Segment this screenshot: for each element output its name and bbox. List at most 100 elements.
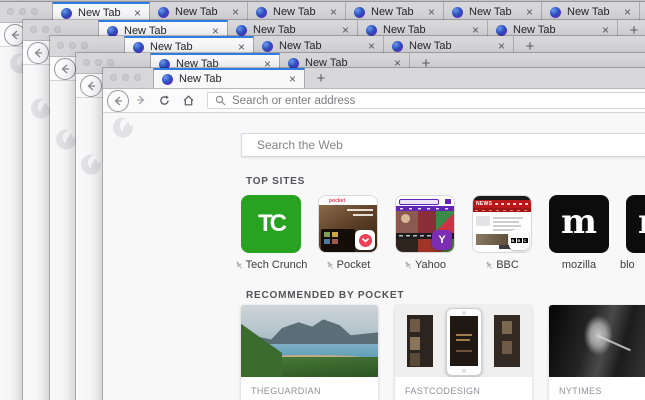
photo-thumbnail xyxy=(396,239,418,252)
top-site-label-text: Tech Crunch xyxy=(245,259,308,271)
tab-new-tab[interactable]: New Tab × xyxy=(542,2,640,22)
text-line xyxy=(347,209,373,211)
top-site-tile-partial[interactable]: m xyxy=(626,195,645,253)
text-line xyxy=(493,217,523,219)
tab-close-icon[interactable]: × xyxy=(624,6,631,18)
firefox-newtab-favicon xyxy=(61,7,72,19)
tab-new-tab[interactable]: New Tab × xyxy=(153,68,305,88)
top-site-label: BBC xyxy=(464,259,541,271)
tab-bar: New Tab × + xyxy=(103,68,645,89)
tab-close-icon[interactable]: × xyxy=(428,6,435,18)
text-line xyxy=(493,221,519,223)
thumbnail-cell xyxy=(332,239,338,244)
tab-close-icon[interactable]: × xyxy=(368,40,375,52)
tab-new-tab[interactable]: New Tab × xyxy=(346,2,444,22)
web-search-input[interactable]: Search the Web xyxy=(241,133,645,157)
firefox-watermark-icon xyxy=(80,153,102,181)
thumbnail-cell xyxy=(324,232,330,237)
firefox-newtab-favicon xyxy=(256,6,267,18)
pin-icon xyxy=(235,261,243,270)
top-sites-header-label: TOP SITES xyxy=(246,176,306,187)
forward-button[interactable] xyxy=(133,90,149,110)
tab-close-icon[interactable]: × xyxy=(330,6,337,18)
tab-new-tab[interactable]: New Tab × xyxy=(52,2,150,22)
pocket-chevron-icon xyxy=(358,233,372,247)
text-line xyxy=(353,214,373,216)
search-icon xyxy=(215,95,226,106)
tab-label: New Tab xyxy=(513,24,556,36)
search-bar-thumbnail xyxy=(399,199,439,205)
pocket-card-image xyxy=(395,305,532,377)
pocket-card[interactable]: FASTCODESIGN xyxy=(395,305,532,400)
yahoo-letter: Y xyxy=(438,234,446,246)
desktop: New Tab × New Tab × New Tab × New Tab × New Tab ×… xyxy=(0,0,645,400)
pocket-card[interactable]: NYTIMES xyxy=(549,305,645,400)
tablet-thumbnail xyxy=(321,229,355,252)
tab-label: New Tab xyxy=(150,41,193,53)
tab-label: New Tab xyxy=(253,24,296,36)
top-site-tile-mozilla[interactable]: m xyxy=(549,195,609,253)
top-site-label-text: blo xyxy=(620,259,635,271)
pin-icon xyxy=(485,261,493,270)
pocket-card[interactable]: THEGUARDIAN xyxy=(241,305,378,400)
photo-thumbnail xyxy=(418,211,436,233)
top-site-tile-techcrunch[interactable]: TC xyxy=(241,195,301,253)
firefox-watermark-icon xyxy=(55,128,77,156)
bbc-news-label: NEWS xyxy=(476,201,493,207)
tab-close-icon[interactable]: × xyxy=(232,6,239,18)
right-art-panel xyxy=(494,315,520,367)
header-button-thumbnail xyxy=(445,199,451,204)
bbc-letter-block: B xyxy=(510,237,516,243)
tab-close-icon[interactable]: × xyxy=(289,73,296,85)
top-site-label: mozilla xyxy=(541,259,618,271)
tab-label: New Tab xyxy=(175,6,218,18)
tab-new-tab[interactable]: New Tab × xyxy=(444,2,542,22)
pocket-card-source: FASTCODESIGN xyxy=(405,386,481,396)
tab-label: New Tab xyxy=(567,6,610,18)
home-button[interactable] xyxy=(180,90,196,110)
firefox-newtab-favicon xyxy=(288,57,299,69)
top-site-tile-bbc[interactable]: NEWS B B C xyxy=(472,195,532,253)
top-site-tile-pocket[interactable]: pocket xyxy=(318,195,378,253)
tab-close-icon[interactable]: × xyxy=(238,41,245,53)
new-tab-button[interactable]: + xyxy=(309,68,333,88)
tab-close-icon[interactable]: × xyxy=(472,24,479,36)
bbc-letter-block: C xyxy=(522,237,528,243)
thumbnail-cell xyxy=(332,232,338,237)
back-button[interactable] xyxy=(54,58,76,80)
top-site-label-text: Yahoo xyxy=(415,259,446,271)
tab-new-tab[interactable]: New Tab × xyxy=(248,2,346,22)
address-bar[interactable]: Search or enter address xyxy=(207,92,645,109)
back-button[interactable] xyxy=(80,75,102,97)
back-button[interactable] xyxy=(107,90,129,112)
tab-close-icon[interactable]: × xyxy=(342,24,349,36)
tab-close-icon[interactable]: × xyxy=(498,40,505,52)
pocket-card-source: THEGUARDIAN xyxy=(251,386,321,396)
top-site-label-text: BBC xyxy=(496,259,519,271)
tab-new-tab[interactable]: New Tab × xyxy=(150,2,248,22)
top-sites-header: TOP SITES xyxy=(239,176,305,187)
firefox-newtab-favicon xyxy=(392,40,403,52)
refresh-button[interactable] xyxy=(156,90,172,110)
top-site-tile-yahoo[interactable]: Y xyxy=(395,195,455,253)
pin-icon xyxy=(326,261,334,270)
tab-label: New Tab xyxy=(409,40,452,52)
top-site-label: Yahoo xyxy=(387,259,464,271)
firefox-newtab-favicon xyxy=(366,24,377,36)
firefox-newtab-favicon xyxy=(158,6,169,18)
back-button[interactable] xyxy=(27,42,49,64)
pin-icon xyxy=(404,261,412,270)
tab-close-icon[interactable]: × xyxy=(134,7,141,19)
yahoo-badge-icon: Y xyxy=(432,230,452,250)
browser-window-5: New Tab × + Search or enter address Search … xyxy=(103,68,645,400)
tab-close-icon[interactable]: × xyxy=(602,24,609,36)
firefox-newtab-favicon xyxy=(262,40,273,52)
pocket-card-source: NYTIMES xyxy=(559,386,602,396)
firefox-newtab-favicon xyxy=(107,25,118,37)
top-site-label: blo xyxy=(620,259,645,271)
tab-close-icon[interactable]: × xyxy=(526,6,533,18)
left-art-panel xyxy=(407,315,433,367)
phone-mockup xyxy=(445,308,482,376)
tab-label: New Tab xyxy=(273,6,316,18)
tab-strip: New Tab × + xyxy=(103,68,645,88)
